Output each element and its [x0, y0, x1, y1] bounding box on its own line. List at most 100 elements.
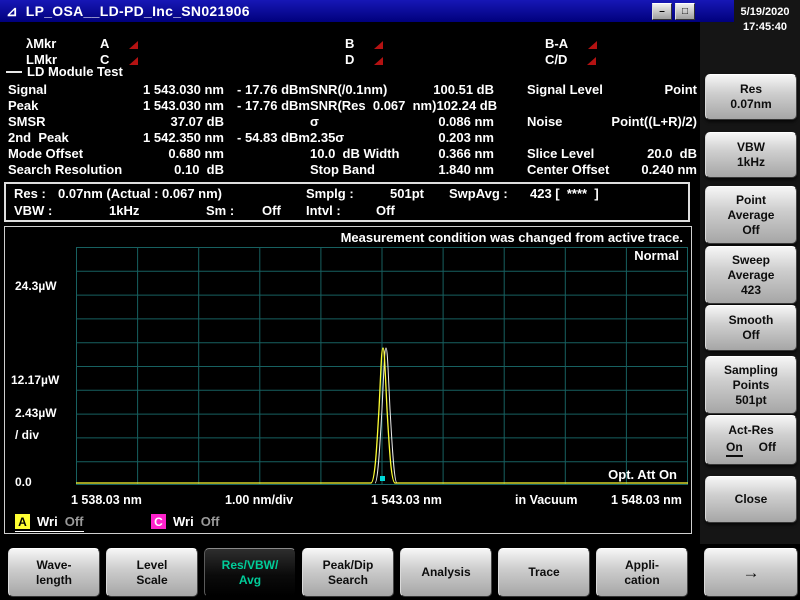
res-value: 0.07nm (Actual : 0.067 nm) — [58, 186, 222, 201]
maximize-button[interactable]: □ — [675, 3, 695, 20]
osa-screen: 5/19/2020 17:45:40 Res 0.07nm VBW 1kHz P… — [0, 0, 800, 600]
time-label: 17:45:40 — [734, 20, 796, 35]
marker-triangle-icon — [374, 57, 383, 65]
analysis-section-header: LD Module Test — [6, 64, 123, 79]
x-axis-center-label: 1 543.03 nm — [371, 493, 442, 507]
softkey-line: 423 — [741, 283, 761, 298]
analysis-row: Mode Offset0.680 nm 10.0 dB Width0.366 n… — [0, 146, 700, 162]
analysis-value: - 54.83 dBm — [224, 130, 310, 145]
peak-base-marker — [380, 476, 385, 481]
graph-area: Measurement condition was changed from a… — [4, 226, 692, 534]
fnkey-application[interactable]: Appli- cation — [596, 548, 688, 597]
analysis-value: 1.840 nm — [438, 162, 494, 177]
marker-b-label: B — [345, 36, 354, 51]
fnkey-line: Avg — [239, 573, 261, 588]
softkey-smooth[interactable]: Smooth Off — [705, 305, 797, 351]
window-controls: – □ — [652, 3, 695, 20]
analysis-value: 0.203 nm — [438, 130, 494, 145]
analysis-title: LD Module Test — [27, 64, 123, 79]
trace-a-state: Off — [65, 514, 84, 529]
analysis-value: 0.10 dB — [138, 162, 224, 177]
analysis-label: 2.35σ — [310, 130, 344, 145]
analysis-label: SNR(Res 0.067 nm) — [310, 98, 436, 113]
softkey-sweep-average[interactable]: Sweep Average 423 — [705, 246, 797, 304]
sm-label: Sm : — [206, 203, 234, 218]
analysis-value: 100.51 dB — [433, 82, 494, 97]
softkey-line: Off — [742, 223, 759, 238]
analysis-label: Mode Offset — [8, 146, 138, 161]
analysis-label: 10.0 dB Width — [310, 146, 399, 161]
marker-triangle-icon — [588, 41, 597, 49]
optical-attenuator-status: Opt. Att On — [608, 467, 677, 482]
marker-a: A — [100, 36, 138, 51]
analysis-value — [224, 146, 310, 161]
intvl-label: Intvl : — [306, 203, 341, 218]
fnkey-line: cation — [624, 573, 659, 588]
fnkey-analysis[interactable]: Analysis — [400, 548, 492, 597]
softkey-sampling-points[interactable]: Sampling Points 501pt — [705, 356, 797, 414]
fnkey-more-arrow[interactable]: → — [704, 548, 798, 597]
trace-a-chip[interactable]: A — [15, 514, 30, 529]
softkey-line: Points — [733, 378, 770, 393]
fnkey-line: Search — [328, 573, 368, 588]
spectrum-plot — [76, 247, 688, 485]
analysis-label: σ — [310, 114, 319, 129]
analysis-row: Signal1 543.030 nm- 17.76 dBm SNR(/0.1nm… — [0, 82, 700, 98]
fnkey-line: length — [36, 573, 72, 588]
swpavg-value: 423 [ **** ] — [530, 186, 599, 201]
x-axis-div-label: 1.00 nm/div — [225, 493, 293, 507]
analysis-label: Center Offset — [527, 162, 609, 177]
softkey-close[interactable]: Close — [705, 476, 797, 523]
analysis-value: 20.0 dB — [647, 146, 697, 161]
title-bar: ⊿ LP_OSA__LD-PD_Inc_SN021906 – □ — [0, 0, 734, 22]
sweep-settings-box: Res : 0.07nm (Actual : 0.067 nm) Smplg :… — [4, 182, 690, 222]
function-key-bar: Wave- length Level Scale Res/VBW/ Avg Pe… — [0, 544, 800, 600]
marker-b-a-label: B-A — [545, 36, 568, 51]
analysis-value: 37.07 dB — [138, 114, 224, 129]
analysis-label: Signal Level — [527, 82, 603, 97]
analysis-label: Signal — [8, 82, 138, 97]
softkey-line: Average — [728, 268, 775, 283]
marker-c-d-label: C/D — [545, 52, 567, 67]
trace-a-mode: Wri — [37, 514, 58, 529]
analysis-value: - 17.76 dBm — [224, 82, 310, 97]
analysis-value — [224, 162, 310, 177]
fnkey-line: Analysis — [421, 565, 470, 580]
y-axis-div-label: 2.43µW — [15, 406, 57, 420]
softkey-line: Off — [742, 328, 759, 343]
y-axis-mid-label: 12.17µW — [11, 373, 59, 387]
fnkey-trace[interactable]: Trace — [498, 548, 590, 597]
softkey-res[interactable]: Res 0.07nm — [705, 74, 797, 120]
softkey-line: Average — [728, 208, 775, 223]
softkey-line: Res — [740, 82, 762, 97]
marker-a-label: A — [100, 36, 109, 51]
trace-a-legend: A Wri Off — [15, 514, 84, 532]
softkey-line: Smooth — [729, 313, 774, 328]
marker-triangle-icon — [129, 41, 138, 49]
res-label: Res : — [14, 186, 46, 201]
softkey-act-res[interactable]: Act-Res On Off — [705, 415, 797, 465]
minimize-button[interactable]: – — [652, 3, 672, 20]
analysis-value: 0.366 nm — [438, 146, 494, 161]
analysis-value: 1 542.350 nm — [138, 130, 224, 145]
softkey-point-average[interactable]: Point Average Off — [705, 186, 797, 244]
analysis-row: 2nd Peak1 542.350 nm- 54.83 dBm 2.35σ 0.2… — [0, 130, 700, 146]
analysis-label: 2nd Peak — [8, 130, 138, 145]
trace-c-mode: Wri — [173, 514, 194, 529]
trace-c-chip[interactable]: C — [151, 514, 166, 529]
analysis-label: SMSR — [8, 114, 138, 129]
app-logo-icon: ⊿ — [6, 3, 18, 20]
analysis-label: Slice Level — [527, 146, 594, 161]
y-axis-max-label: 24.3µW — [15, 279, 57, 293]
analysis-value: 1 543.030 nm — [138, 82, 224, 97]
fnkey-line: Res/VBW/ — [222, 558, 279, 573]
softkey-line: Sweep — [732, 253, 770, 268]
window-title: LP_OSA__LD-PD_Inc_SN021906 — [26, 3, 250, 19]
fnkey-level-scale[interactable]: Level Scale — [106, 548, 198, 597]
fnkey-peak-dip-search[interactable]: Peak/Dip Search — [302, 548, 394, 597]
softkey-vbw[interactable]: VBW 1kHz — [705, 132, 797, 178]
trace-c-state: Off — [201, 514, 220, 529]
fnkey-wavelength[interactable]: Wave- length — [8, 548, 100, 597]
fnkey-res-vbw-avg[interactable]: Res/VBW/ Avg — [204, 548, 296, 597]
softkey-line: 1kHz — [737, 155, 765, 170]
